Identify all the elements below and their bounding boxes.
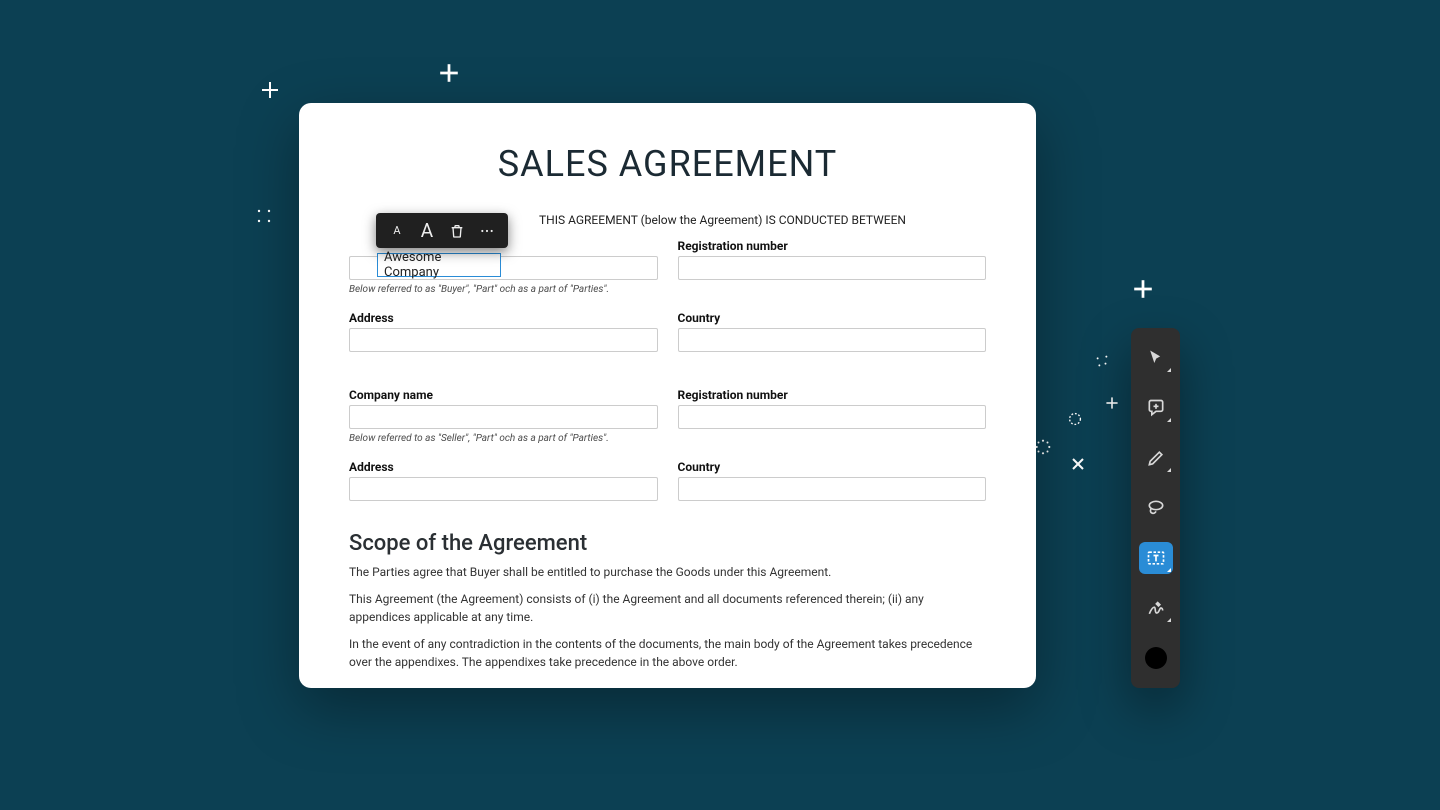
buyer-regnum-label: Registration number bbox=[678, 239, 987, 253]
font-size-small-button[interactable]: A bbox=[385, 219, 409, 243]
trash-icon bbox=[449, 223, 465, 239]
seller-country-field[interactable] bbox=[678, 477, 987, 501]
buyer-country-label: Country bbox=[678, 311, 987, 325]
sparkle-icon bbox=[1095, 354, 1109, 368]
scope-p3: In the event of any contradiction in the… bbox=[349, 636, 986, 671]
cursor-icon bbox=[1146, 348, 1166, 368]
seller-regnum-field[interactable] bbox=[678, 405, 987, 429]
text-mini-toolbar: A A bbox=[376, 213, 508, 248]
sparkle-icon bbox=[1104, 395, 1120, 411]
sparkle-icon bbox=[1066, 410, 1084, 428]
lasso-tool[interactable] bbox=[1139, 492, 1173, 524]
seller-address-label: Address bbox=[349, 460, 658, 474]
pencil-icon bbox=[1146, 448, 1166, 468]
document-page: SALES AGREEMENT THIS AGREEMENT (below th… bbox=[299, 103, 1036, 688]
active-text-value: Awesome Company bbox=[384, 250, 494, 280]
seller-helper-text: Below referred to as "Seller", "Part" oc… bbox=[349, 433, 986, 444]
sparkle-icon bbox=[260, 80, 280, 100]
annotation-toolbar bbox=[1131, 328, 1180, 688]
signature-icon bbox=[1146, 598, 1166, 618]
note-tool[interactable] bbox=[1139, 392, 1173, 424]
sparkle-icon bbox=[256, 208, 272, 224]
scope-p2: This Agreement (the Agreement) consists … bbox=[349, 591, 986, 626]
select-tool[interactable] bbox=[1139, 342, 1173, 374]
more-horizontal-icon bbox=[479, 223, 495, 239]
draw-tool[interactable] bbox=[1139, 442, 1173, 474]
buyer-country-field[interactable] bbox=[678, 328, 987, 352]
buyer-address-label: Address bbox=[349, 311, 658, 325]
seller-address-field[interactable] bbox=[349, 477, 658, 501]
buyer-address-field[interactable] bbox=[349, 328, 658, 352]
sign-tool[interactable] bbox=[1139, 592, 1173, 624]
textbox-icon bbox=[1146, 548, 1166, 568]
sparkle-icon bbox=[438, 62, 460, 84]
note-plus-icon bbox=[1146, 398, 1166, 418]
more-button[interactable] bbox=[475, 219, 499, 243]
seller-country-label: Country bbox=[678, 460, 987, 474]
sparkle-icon bbox=[1070, 456, 1086, 472]
active-text-box[interactable]: Awesome Company bbox=[377, 253, 501, 277]
font-size-large-button[interactable]: A bbox=[415, 219, 439, 243]
color-dot-icon bbox=[1145, 647, 1167, 669]
sparkle-icon bbox=[1132, 278, 1154, 300]
buyer-regnum-field[interactable] bbox=[678, 256, 987, 280]
sparkle-icon bbox=[1034, 438, 1052, 456]
seller-regnum-label: Registration number bbox=[678, 388, 987, 402]
lasso-icon bbox=[1146, 498, 1166, 518]
scope-heading: Scope of the Agreement bbox=[349, 531, 986, 556]
buyer-helper-text: Below referred to as "Buyer", "Part" och… bbox=[349, 284, 986, 295]
document-title: SALES AGREEMENT bbox=[349, 143, 986, 185]
textbox-tool[interactable] bbox=[1139, 542, 1173, 574]
scope-p1: The Parties agree that Buyer shall be en… bbox=[349, 564, 986, 581]
seller-company-label: Company name bbox=[349, 388, 658, 402]
color-swatch[interactable] bbox=[1139, 642, 1173, 674]
seller-company-field[interactable] bbox=[349, 405, 658, 429]
delete-button[interactable] bbox=[445, 219, 469, 243]
